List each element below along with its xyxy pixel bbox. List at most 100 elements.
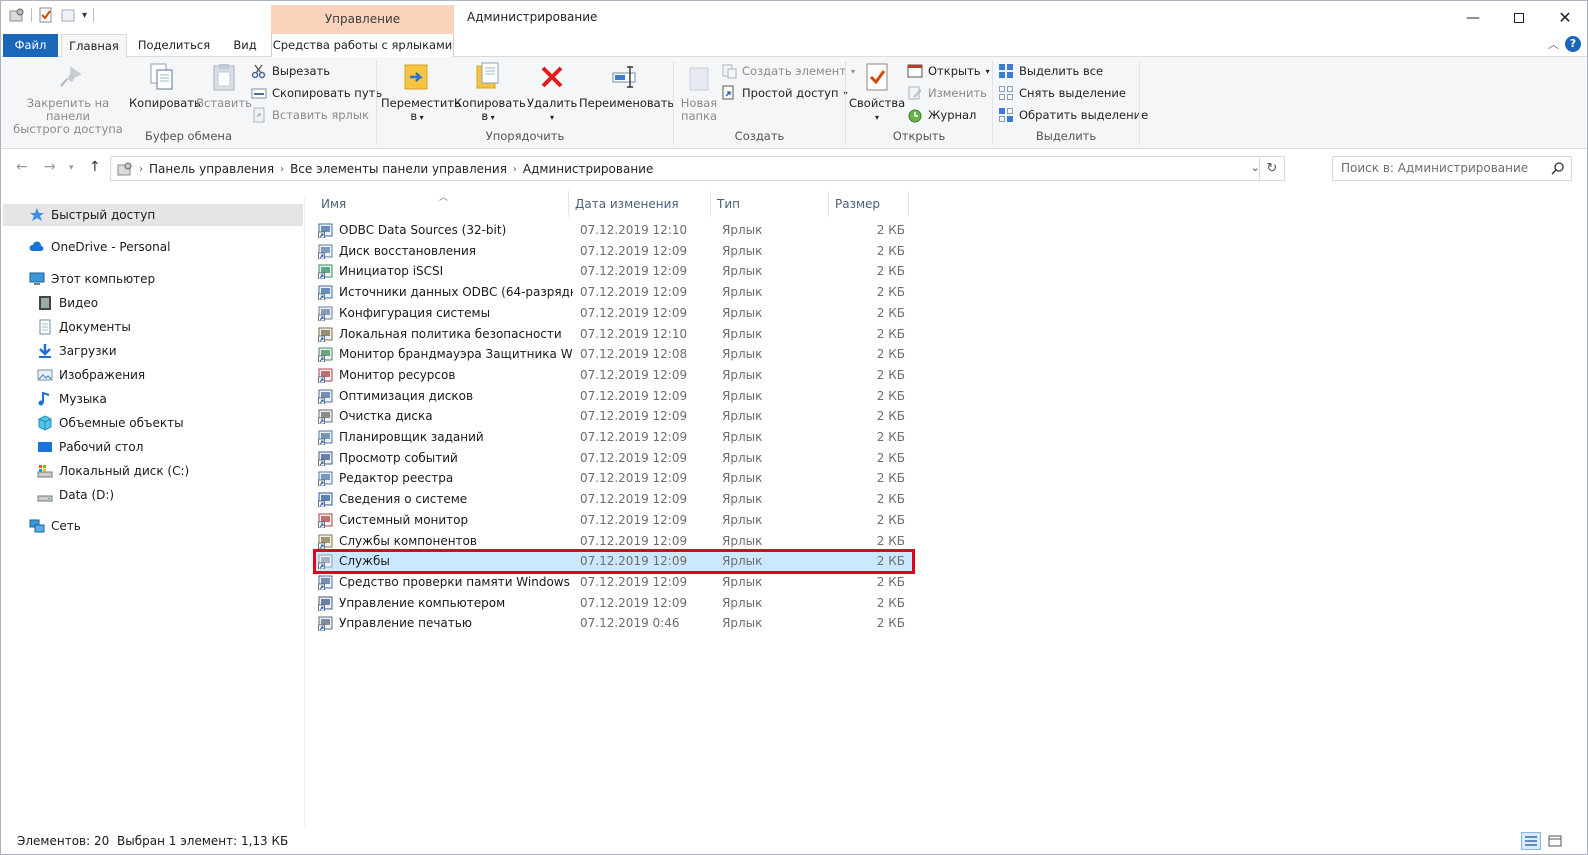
address-bar[interactable]: › Панель управления › Все элементы панел… (110, 156, 1285, 181)
column-header-date[interactable]: Дата изменения (569, 191, 711, 217)
breadcrumb-control-panel[interactable]: Панель управления (149, 162, 274, 176)
nav-videos-label: Видео (59, 296, 99, 310)
table-row[interactable]: Средство проверки памяти Windows 07.12.20… (315, 572, 913, 593)
qat-customize-icon[interactable]: ▾ (82, 10, 87, 21)
edit-button[interactable]: Изменить (907, 83, 987, 103)
properties-button[interactable]: Свойства ▾ (849, 61, 905, 124)
nav-3d-objects[interactable]: Объемные объекты (37, 412, 184, 434)
minimize-button[interactable]: — (1450, 1, 1496, 34)
search-box[interactable] (1332, 156, 1572, 181)
column-header-size[interactable]: Размер (829, 191, 909, 217)
breadcrumb-administration[interactable]: Администрирование (523, 162, 653, 176)
nav-quick-access[interactable]: Быстрый доступ (3, 204, 303, 226)
tab-shortcut-tools[interactable]: Средства работы с ярлыками (271, 34, 454, 57)
tab-home[interactable]: Главная (61, 34, 127, 58)
nav-local-disk-c[interactable]: Локальный диск (C:) (37, 460, 189, 482)
table-row[interactable]: Конфигурация системы 07.12.2019 12:09 Ярлы… (315, 303, 913, 324)
breadcrumb-all-items[interactable]: Все элементы панели управления (290, 162, 507, 176)
select-none-button[interactable]: Снять выделение (998, 83, 1126, 103)
maximize-button[interactable] (1496, 1, 1542, 34)
table-row[interactable]: Диск восстановления 07.12.2019 12:09 Ярлык… (315, 241, 913, 262)
cut-button[interactable]: Вырезать (251, 61, 330, 81)
file-name: Средство проверки памяти Windows (339, 574, 570, 589)
refresh-button[interactable]: ↻ (1259, 156, 1285, 181)
table-row[interactable]: Управление компьютером 07.12.2019 12:09 Яр… (315, 593, 913, 614)
new-item-button[interactable]: Создать элемент ▾ (721, 61, 855, 81)
table-row[interactable]: Редактор реестра 07.12.2019 12:09 Ярлык 2 К… (315, 468, 913, 489)
up-arrow-icon[interactable]: ↑ (89, 159, 101, 175)
nav-network[interactable]: Сеть (29, 515, 81, 537)
table-row[interactable]: Инициатор iSCSI 07.12.2019 12:09 Ярлык 2 КБ (315, 261, 913, 282)
recent-locations-icon[interactable]: ▾ (69, 163, 74, 173)
breadcrumb-chevron-icon[interactable]: › (513, 164, 517, 175)
tab-file[interactable]: Файл (3, 34, 58, 57)
nav-music[interactable]: Музыка (37, 388, 107, 410)
nav-data-d[interactable]: Data (D:) (37, 484, 114, 506)
organize-group-label: Упорядочить (485, 129, 565, 143)
open-button[interactable]: Открыть ▾ (907, 61, 990, 81)
table-row[interactable]: Очистка диска 07.12.2019 12:09 Ярлык 2 КБ (315, 406, 913, 427)
file-size: 2 КБ (876, 533, 905, 548)
nav-pictures[interactable]: Изображения (37, 364, 145, 386)
large-icons-view-button[interactable] (1545, 832, 1565, 850)
back-arrow-icon[interactable]: ← (16, 159, 28, 175)
table-row[interactable]: Планировщик заданий 07.12.2019 12:09 Ярлык… (315, 427, 913, 448)
table-row[interactable]: Управление печатью 07.12.2019 0:46 Ярлык 2 … (315, 613, 913, 634)
table-row[interactable]: Монитор ресурсов 07.12.2019 12:09 Ярлык 2 К… (315, 365, 913, 386)
table-row[interactable]: Монитор брандмауэра Защитника Win... 07.1… (315, 344, 913, 365)
nav-desktop[interactable]: Рабочий стол (37, 436, 143, 458)
pane-splitter[interactable] (304, 197, 305, 827)
nav-downloads-label: Загрузки (59, 344, 117, 358)
table-row[interactable]: Просмотр событий 07.12.2019 12:09 Ярлык 2 К… (315, 448, 913, 469)
nav-onedrive[interactable]: OneDrive - Personal (29, 236, 170, 258)
search-input[interactable] (1341, 161, 1541, 175)
pin-quick-access-button[interactable]: Закрепить на панели быстрого доступа (9, 61, 127, 136)
close-button[interactable]: ✕ (1542, 1, 1588, 34)
properties-qat-icon[interactable] (38, 7, 54, 23)
table-row[interactable]: Источники данных ODBC (64-разрядна... 07.… (315, 282, 913, 303)
network-icon (29, 519, 45, 533)
table-row[interactable]: Сведения о системе 07.12.2019 12:09 Ярлык 2… (315, 489, 913, 510)
nav-data-d-label: Data (D:) (59, 488, 115, 502)
nav-this-pc[interactable]: Этот компьютер (29, 268, 155, 290)
nav-downloads[interactable]: Загрузки (37, 340, 117, 362)
folder-settings-icon[interactable] (9, 7, 25, 23)
details-view-button[interactable] (1521, 832, 1541, 850)
delete-button[interactable]: Удалить ▾ (527, 61, 577, 124)
select-all-button[interactable]: Выделить все (998, 61, 1103, 81)
new-folder-button[interactable]: Новая папка (677, 61, 721, 123)
tab-share[interactable]: Поделиться (131, 34, 217, 57)
file-date: 07.12.2019 12:09 (580, 492, 688, 507)
breadcrumb-chevron-icon[interactable]: › (280, 164, 284, 175)
file-name: Конфигурация системы (339, 305, 491, 320)
table-row-selected[interactable]: Службы 07.12.2019 12:09 Ярлык 2 КБ (313, 549, 915, 575)
search-icon[interactable] (1551, 161, 1565, 175)
breadcrumb: › Панель управления › Все элементы панел… (117, 161, 653, 177)
history-button[interactable]: Журнал (907, 105, 976, 125)
copy-button[interactable]: Копировать (129, 61, 201, 110)
tab-view[interactable]: Вид (221, 34, 269, 57)
collapse-ribbon-icon[interactable]: ︿ (1548, 36, 1559, 52)
forward-arrow-icon[interactable]: → (44, 159, 56, 175)
paste-shortcut-button[interactable]: Вставить ярлык (251, 105, 369, 125)
paste-button[interactable]: Вставить (196, 61, 252, 110)
table-row[interactable]: Локальная политика безопасности 07.12.201… (315, 324, 913, 345)
column-header-type[interactable]: Тип (711, 191, 829, 217)
copy-to-button[interactable]: Копировать в ▾ (454, 61, 526, 124)
nav-videos[interactable]: Видео (37, 292, 98, 314)
move-to-button[interactable]: Переместить в ▾ (381, 61, 461, 124)
copy-path-button[interactable]: Скопировать путь (251, 83, 382, 103)
table-row[interactable]: Оптимизация дисков 07.12.2019 12:09 Ярлык 2… (315, 386, 913, 407)
navigation-pane: Быстрый доступ OneDrive - Personal Этот … (1, 197, 304, 827)
column-header-name[interactable]: ︿ Имя (315, 191, 569, 217)
nav-documents[interactable]: Документы (37, 316, 131, 338)
table-row[interactable]: Системный монитор 07.12.2019 12:09 Ярлык 2 … (315, 510, 913, 531)
breadcrumb-chevron-icon[interactable]: › (139, 164, 143, 175)
table-row[interactable]: ODBC Data Sources (32-bit) 07.12.2019 12:… (315, 220, 913, 241)
help-icon[interactable]: ? (1565, 36, 1581, 52)
easy-access-button[interactable]: Простой доступ▾ (721, 83, 848, 103)
new-folder-qat-icon[interactable] (60, 7, 76, 23)
rename-button[interactable]: Переименовать (579, 61, 674, 110)
table-row[interactable]: Службы компонентов 07.12.2019 12:09 Ярлык 2… (315, 531, 913, 552)
invert-selection-button[interactable]: Обратить выделение (998, 105, 1148, 125)
